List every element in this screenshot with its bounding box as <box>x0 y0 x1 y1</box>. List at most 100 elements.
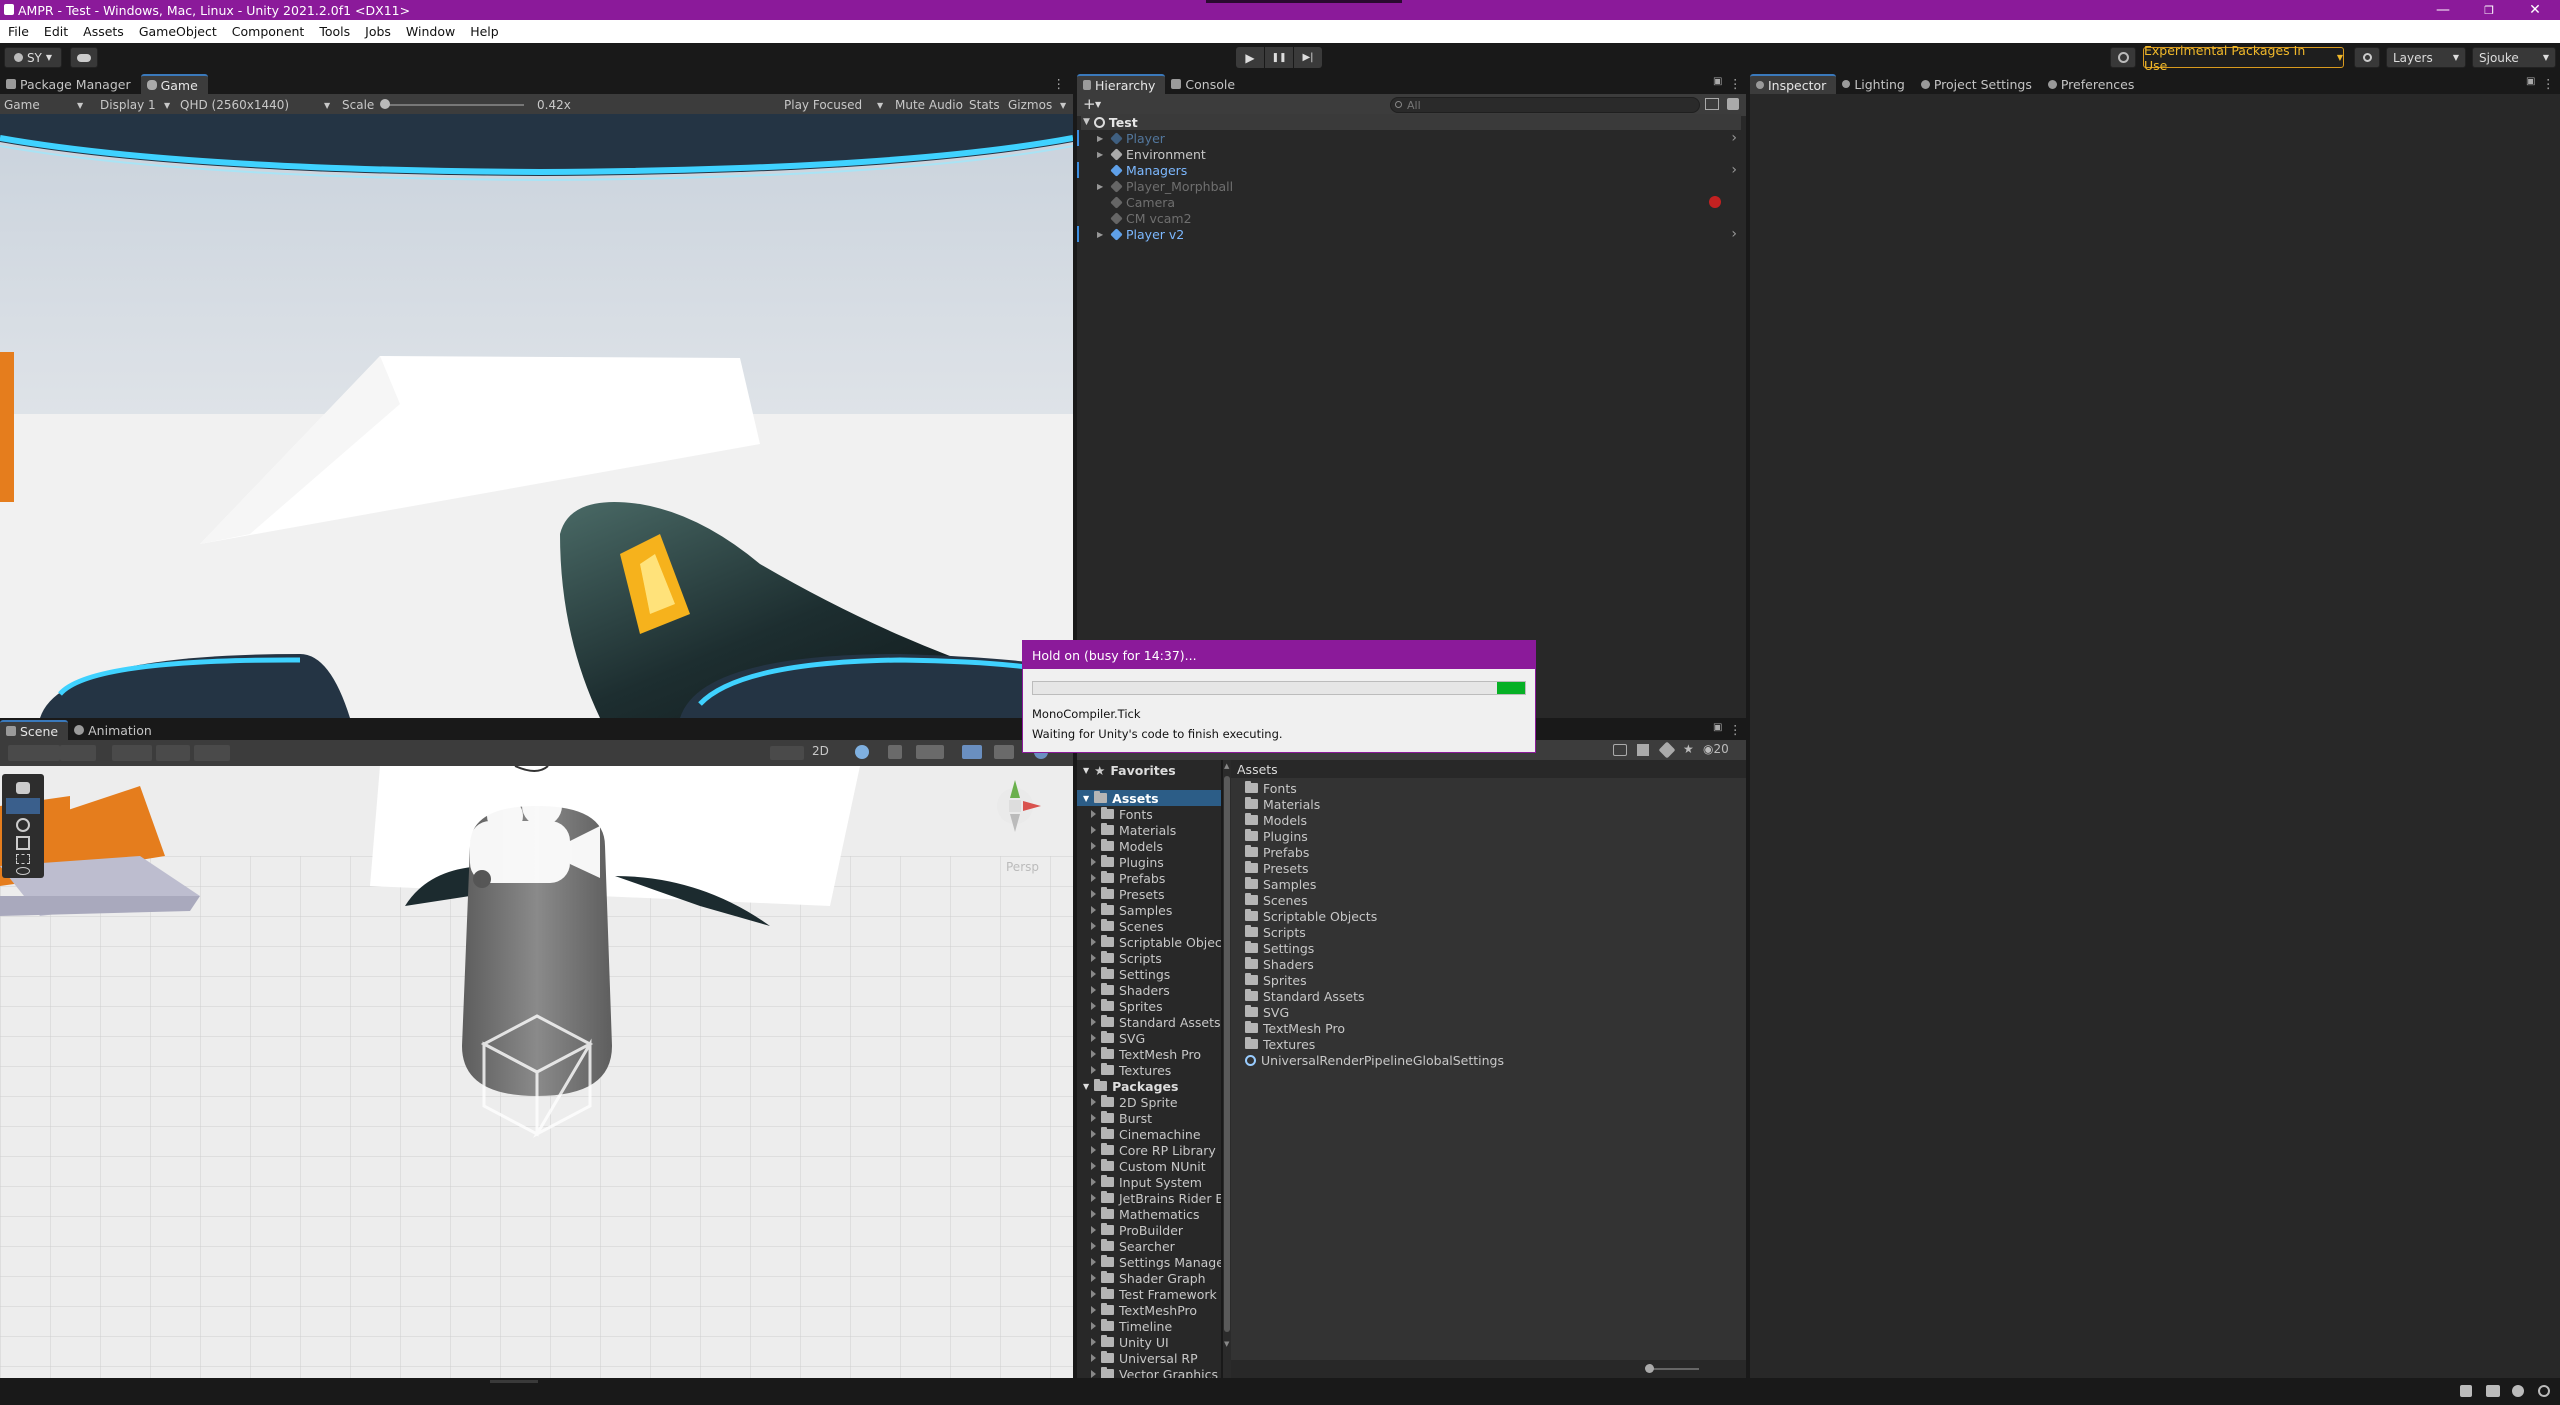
scene-view-viewport[interactable]: Persp <box>0 766 1073 1378</box>
scale-tool-icon[interactable] <box>16 836 30 850</box>
tab-package-manager[interactable]: Package Manager <box>0 74 141 94</box>
expand-arrow-icon[interactable] <box>1091 1274 1096 1282</box>
panel-menu-icon[interactable]: ⋮ <box>1729 722 1742 737</box>
bug-icon[interactable] <box>2460 1385 2472 1397</box>
expand-arrow-icon[interactable] <box>1091 938 1096 946</box>
project-list-folder[interactable]: SVG <box>1245 1004 1289 1020</box>
panel-menu-icon[interactable]: ⋮ <box>1729 76 1742 91</box>
expand-arrow-icon[interactable] <box>1091 1242 1096 1250</box>
tree-folder[interactable]: Shaders <box>1091 982 1170 998</box>
projection-label[interactable]: Persp <box>1006 860 1039 874</box>
tree-package[interactable]: Test Framework <box>1091 1286 1217 1302</box>
expand-arrow-icon[interactable] <box>1091 922 1096 930</box>
hierarchy-search-input[interactable] <box>1390 97 1700 113</box>
rect-tool-icon[interactable] <box>16 854 30 864</box>
tree-folder[interactable]: Scenes <box>1091 918 1164 934</box>
expand-arrow-icon[interactable]: ▼ <box>1083 117 1090 127</box>
game-mode-dropdown[interactable]: Game <box>4 98 40 112</box>
tree-package[interactable]: Burst <box>1091 1110 1152 1126</box>
menu-gameobject[interactable]: GameObject <box>139 24 217 39</box>
expand-arrow-icon[interactable]: ▼ <box>1083 794 1089 803</box>
expand-arrow-icon[interactable]: ▼ <box>1083 1082 1089 1091</box>
expand-arrow-icon[interactable] <box>1091 986 1096 994</box>
tab-lighting[interactable]: Lighting <box>1836 74 1915 94</box>
hand-tool-icon[interactable] <box>16 782 30 794</box>
progress-spinner-icon[interactable] <box>2538 1385 2550 1397</box>
tree-folder[interactable]: TextMesh Pro <box>1091 1046 1201 1062</box>
search-by-label-icon[interactable] <box>1637 744 1649 756</box>
tree-package[interactable]: Searcher <box>1091 1238 1175 1254</box>
expand-arrow-icon[interactable] <box>1091 1210 1096 1218</box>
expand-arrow-icon[interactable] <box>1091 1258 1096 1266</box>
hidden-objects-toggle-icon[interactable] <box>962 745 982 759</box>
tree-package[interactable]: Core RP Library <box>1091 1142 1216 1158</box>
layers-dropdown[interactable]: Layers ▼ <box>2386 47 2466 68</box>
expand-arrow-icon[interactable] <box>1091 954 1096 962</box>
prefab-open-chevron-icon[interactable]: › <box>1731 162 1737 178</box>
expand-arrow-icon[interactable] <box>1091 1370 1096 1378</box>
menu-component[interactable]: Component <box>232 24 305 39</box>
expand-arrow-icon[interactable] <box>1091 1178 1096 1186</box>
menu-file[interactable]: File <box>8 24 29 39</box>
tree-folder[interactable]: Plugins <box>1091 854 1164 870</box>
expand-arrow-icon[interactable] <box>1091 1130 1096 1138</box>
play-focused-dropdown[interactable]: Play Focused <box>784 98 862 112</box>
project-list-folder[interactable]: Textures <box>1245 1036 1315 1052</box>
close-button[interactable]: ✕ <box>2512 0 2558 20</box>
move-tool-icon[interactable] <box>6 798 40 814</box>
tree-folder[interactable]: Presets <box>1091 886 1165 902</box>
expand-arrow-icon[interactable] <box>1091 1146 1096 1154</box>
create-plus-icon[interactable]: + <box>1083 95 1096 113</box>
toggle-2d-button[interactable]: 2D <box>812 744 829 758</box>
tab-project-settings[interactable]: Project Settings <box>1915 74 2042 94</box>
expand-arrow-icon[interactable] <box>1091 826 1096 834</box>
tree-package[interactable]: TextMeshPro <box>1091 1302 1197 1318</box>
tree-folder[interactable]: Standard Assets <box>1091 1014 1221 1030</box>
project-list-folder[interactable]: Materials <box>1245 796 1320 812</box>
project-list-folder[interactable]: Shaders <box>1245 956 1314 972</box>
project-list-folder[interactable]: Settings <box>1245 940 1314 956</box>
expand-arrow-icon[interactable] <box>1091 1226 1096 1234</box>
breadcrumb-assets[interactable]: Assets <box>1237 762 1278 777</box>
hierarchy-item[interactable]: Managers › <box>1077 162 1737 178</box>
expand-arrow-icon[interactable] <box>1091 1306 1096 1314</box>
expand-arrow-icon[interactable] <box>1091 1194 1096 1202</box>
audio-toggle-icon[interactable] <box>888 745 902 759</box>
tree-package[interactable]: Settings Manage <box>1091 1254 1221 1270</box>
tree-scrollbar[interactable]: ▲ ▼ <box>1223 760 1231 1378</box>
panel-menu-icon[interactable]: ⋮ <box>1053 76 1066 91</box>
expand-arrow-icon[interactable]: ▶ <box>1097 134 1107 143</box>
tree-package[interactable]: Mathematics <box>1091 1206 1200 1222</box>
expand-arrow-icon[interactable] <box>1091 906 1096 914</box>
pause-button[interactable]: ❚❚ <box>1265 47 1293 68</box>
hierarchy-item[interactable]: Camera <box>1097 194 1737 210</box>
hierarchy-item[interactable]: ▶ Player_Morphball <box>1097 178 1737 194</box>
draw-mode-dropdown[interactable] <box>8 745 60 761</box>
project-list-asset[interactable]: UniversalRenderPipelineGlobalSettings <box>1245 1052 1504 1068</box>
mute-audio-toggle[interactable]: Mute Audio <box>895 98 963 112</box>
menu-edit[interactable]: Edit <box>44 24 68 39</box>
cache-server-icon[interactable] <box>2486 1385 2500 1397</box>
project-list-folder[interactable]: Samples <box>1245 876 1316 892</box>
expand-arrow-icon[interactable] <box>1091 1018 1096 1026</box>
panel-menu-icon[interactable]: ⋮ <box>2542 76 2555 91</box>
menu-window[interactable]: Window <box>406 24 455 39</box>
restore-button[interactable]: ❐ <box>2466 0 2512 20</box>
hierarchy-scene-row[interactable]: ▼ Test <box>1081 114 1741 130</box>
expand-arrow-icon[interactable]: ▼ <box>1083 766 1089 775</box>
hidden-packages-count[interactable]: ◉20 <box>1703 742 1729 756</box>
scroll-down-icon[interactable]: ▼ <box>1224 1340 1229 1348</box>
search-button[interactable] <box>2354 47 2380 68</box>
expand-arrow-icon[interactable] <box>1091 1114 1096 1122</box>
tree-folder[interactable]: Materials <box>1091 822 1176 838</box>
tree-package[interactable]: Unity UI <box>1091 1334 1169 1350</box>
assets-root-row[interactable]: ▼ Assets <box>1077 790 1221 806</box>
transform-tool-icon[interactable] <box>16 867 30 875</box>
project-list-folder[interactable]: Scripts <box>1245 924 1306 940</box>
tree-package[interactable]: JetBrains Rider E <box>1091 1190 1221 1206</box>
expand-arrow-icon[interactable] <box>1091 874 1096 882</box>
step-button[interactable]: ▶| <box>1294 47 1322 68</box>
scale-slider-track[interactable] <box>384 104 524 106</box>
tree-folder[interactable]: Scriptable Objec <box>1091 934 1221 950</box>
undo-history-button[interactable] <box>2110 47 2136 68</box>
